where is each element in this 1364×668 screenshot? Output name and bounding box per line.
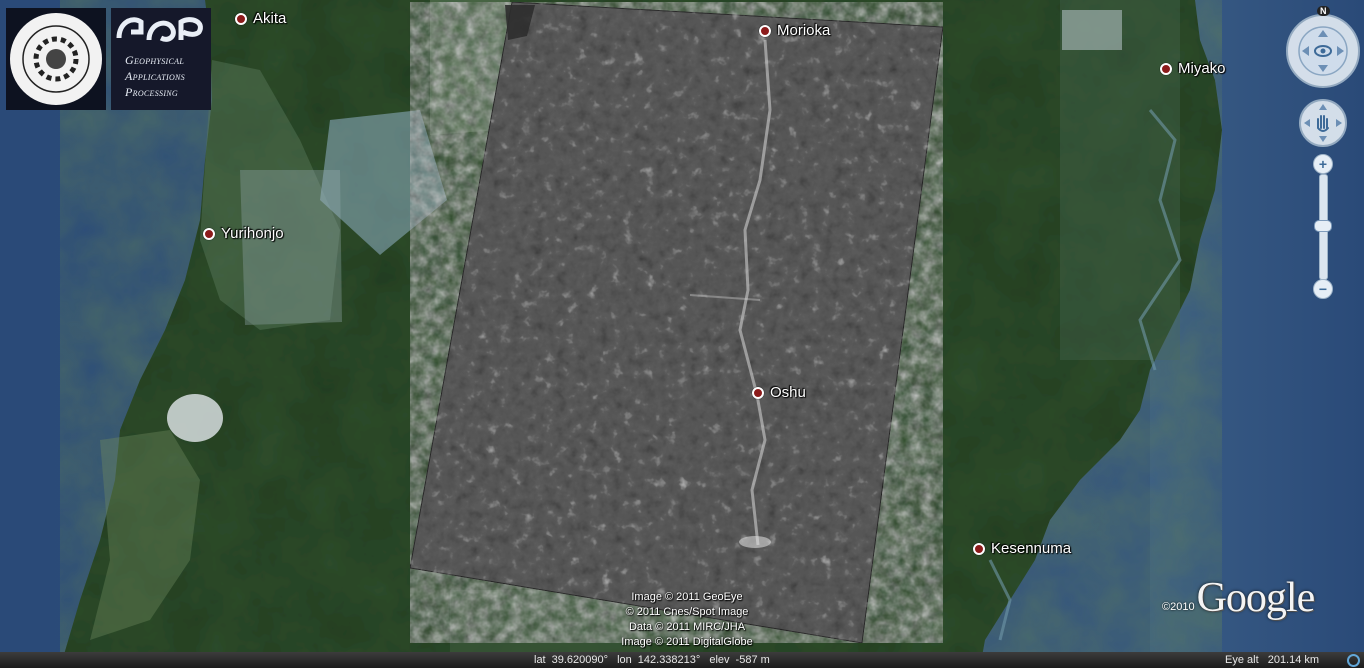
google-copyright: ©2010 xyxy=(1162,601,1195,613)
placemark-miyako[interactable]: Miyako xyxy=(1160,60,1226,77)
look-control[interactable]: N xyxy=(1284,6,1362,90)
placemark-label: Miyako xyxy=(1178,60,1226,77)
gap-logo: Geophysical Applications Processing xyxy=(111,8,211,110)
status-bar: lat 39.620090° lon 142.338213° elev -587 m … xyxy=(0,652,1364,668)
placemark-oshu[interactable]: Oshu xyxy=(752,384,806,401)
zoom-out-button[interactable]: − xyxy=(1313,279,1333,299)
politecnico-seal-icon xyxy=(10,13,102,105)
look-joystick-icon xyxy=(1286,14,1360,88)
credit-line: © 2011 Cnes/Spot Image xyxy=(625,606,749,618)
elev-label: elev xyxy=(709,654,730,666)
placemark-dot-icon xyxy=(973,542,985,555)
gap-line-1: Geophysical xyxy=(125,53,185,67)
move-control[interactable] xyxy=(1298,98,1348,148)
credit-line: Image © 2011 DigitalGlobe xyxy=(621,636,753,648)
zoom-in-label: + xyxy=(1318,156,1328,172)
placemark-dot-icon xyxy=(1160,62,1172,75)
pan-hand-icon xyxy=(1299,99,1347,147)
placemark-label: Oshu xyxy=(770,384,806,401)
placemark-dot-icon xyxy=(235,12,247,25)
lat-value: 39.620090° xyxy=(551,654,609,666)
credit-line: Image © 2011 GeoEye xyxy=(631,591,743,603)
placemark-yurihonjo[interactable]: Yurihonjo xyxy=(203,225,284,242)
credit-line: Data © 2011 MIRC/JHA xyxy=(628,621,746,633)
placemark-dot-icon xyxy=(203,227,215,240)
politecnico-logo xyxy=(6,8,106,110)
coordinate-readout: lat 39.620090° lon 142.338213° elev -587 m xyxy=(534,652,776,668)
google-logo: Google xyxy=(1196,575,1316,621)
placemark-akita[interactable]: Akita xyxy=(235,10,286,27)
google-branding: ©2010 Google xyxy=(1162,574,1316,622)
eye-altitude: Eye alt 201.14 km xyxy=(1225,652,1319,668)
placemark-label: Yurihonjo xyxy=(221,225,284,242)
lon-value: 142.338213° xyxy=(637,654,701,666)
lat-label: lat xyxy=(534,654,546,666)
gap-line-3: Processing xyxy=(125,85,178,99)
zoom-in-button[interactable]: + xyxy=(1313,154,1333,174)
placemark-label: Morioka xyxy=(777,22,831,39)
streaming-indicator-icon xyxy=(1347,654,1360,667)
placemark-dot-icon xyxy=(752,386,764,399)
eye-alt-label: Eye alt xyxy=(1225,654,1259,666)
elev-value: -587 m xyxy=(735,654,770,666)
placemark-label: Kesennuma xyxy=(991,540,1072,557)
gap-mark-icon xyxy=(116,17,203,42)
north-indicator[interactable]: N xyxy=(1317,6,1330,16)
zoom-thumb[interactable] xyxy=(1314,220,1332,232)
placemark-morioka[interactable]: Morioka xyxy=(759,22,830,39)
gap-line-2: Applications xyxy=(125,69,185,83)
eye-alt-value: 201.14 km xyxy=(1267,654,1320,666)
placemark-kesennuma[interactable]: Kesennuma xyxy=(973,540,1071,557)
gap-text: Geophysical Applications Processing xyxy=(125,52,185,100)
lon-label: lon xyxy=(617,654,632,666)
imagery-credits: Image © 2011 GeoEye © 2011 Cnes/Spot Ima… xyxy=(604,590,770,650)
placemark-label: Akita xyxy=(253,10,287,27)
zoom-slider[interactable]: + − xyxy=(1313,154,1333,300)
zoom-out-label: − xyxy=(1318,281,1328,297)
placemark-dot-icon xyxy=(759,24,771,37)
